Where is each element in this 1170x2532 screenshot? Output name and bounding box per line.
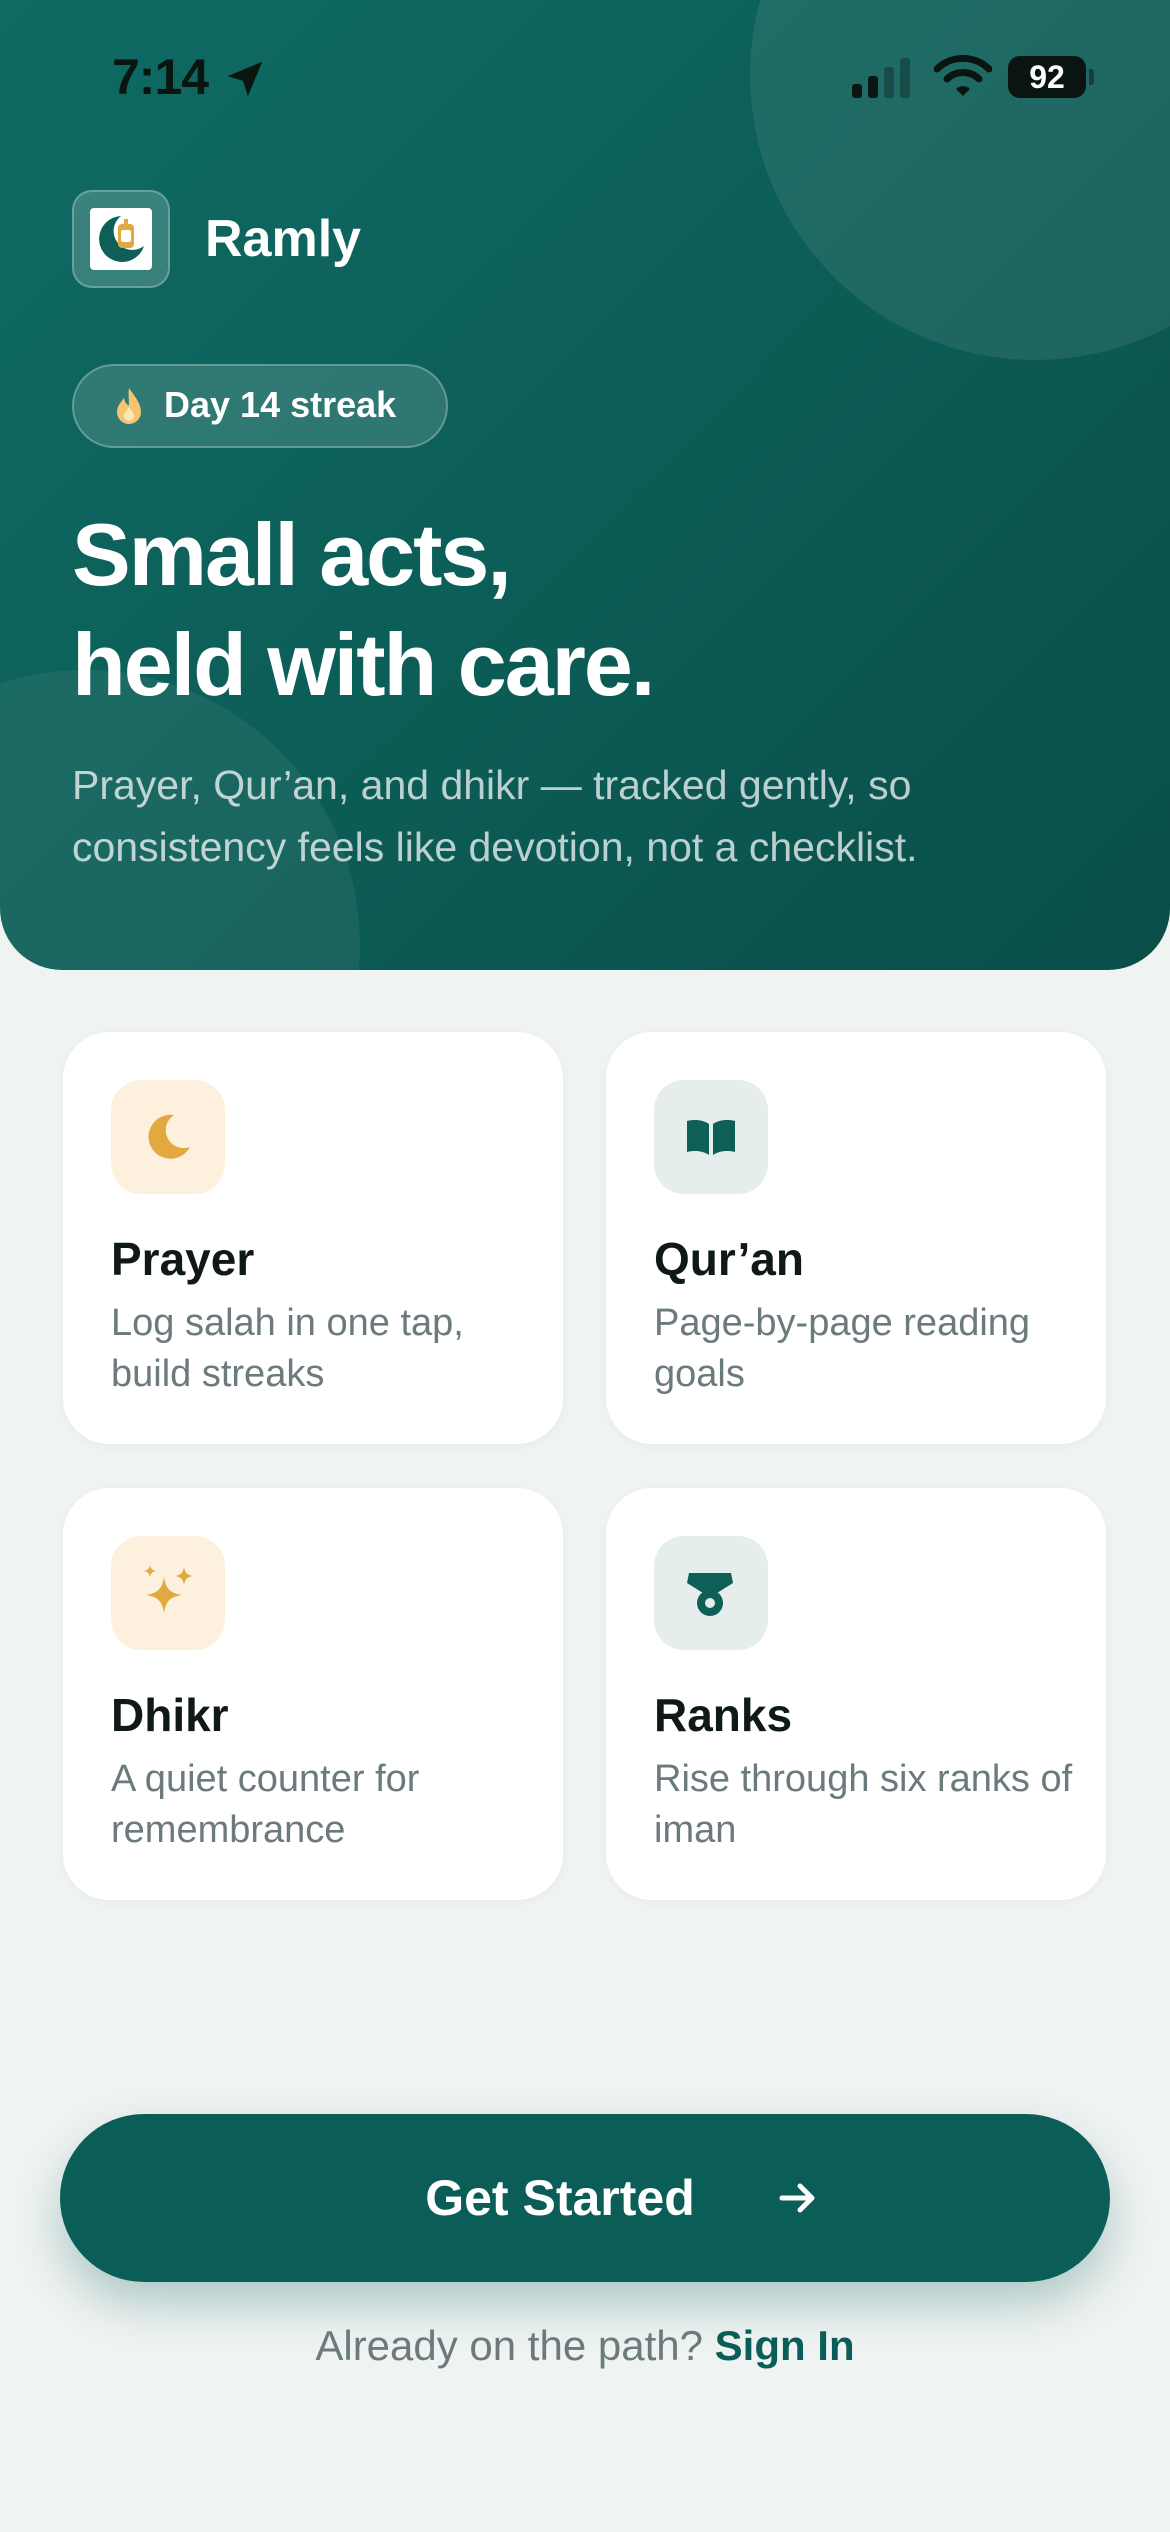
app-name: Ramly — [205, 210, 362, 268]
streak-label: Day 14 streak — [164, 384, 397, 425]
headline-line-1: Small acts, — [72, 505, 512, 604]
get-started-label: Get Started — [425, 2170, 695, 2226]
page-title: Small acts, held with care. — [72, 500, 1072, 720]
feature-title: Prayer — [111, 1233, 255, 1285]
get-started-button[interactable]: Get Started — [60, 2114, 1110, 2282]
feature-card-dhikr[interactable]: Dhikr A quiet counter for remembrance — [63, 1488, 563, 1900]
feature-title: Qur’an — [654, 1233, 804, 1285]
crescent-lantern-icon — [99, 216, 144, 262]
feature-title: Ranks — [654, 1689, 793, 1741]
feature-description: Page-by-page reading goals — [654, 1302, 1031, 1395]
feature-icon-tile — [654, 1080, 768, 1194]
battery-tip — [1089, 69, 1094, 85]
status-time: 7:14 — [112, 49, 209, 105]
sign-in-row: Already on the path? Sign In — [0, 2322, 1170, 2370]
arrow-right-icon — [779, 2183, 815, 2213]
feature-icon-tile — [654, 1536, 768, 1650]
feature-description: Log salah in one tap, build streaks — [111, 1302, 464, 1395]
wifi-icon — [934, 54, 992, 96]
feature-card-quran[interactable]: Qur’an Page-by-page reading goals — [606, 1032, 1106, 1444]
sign-in-link[interactable]: Sign In — [715, 2322, 855, 2369]
feature-icon-tile — [111, 1536, 225, 1650]
cellular-signal-icon — [852, 58, 910, 98]
flame-icon — [117, 388, 141, 424]
streak-badge: Day 14 streak — [72, 364, 448, 448]
book-icon — [687, 1120, 735, 1155]
sign-in-prompt: Already on the path? — [315, 2322, 703, 2369]
app-logo — [72, 190, 170, 288]
feature-description: Rise through six ranks of iman — [654, 1758, 1073, 1851]
location-arrow-icon — [227, 61, 263, 97]
battery-indicator: 92 — [1008, 56, 1086, 98]
hero-subtext: Prayer, Qur’an, and dhikr — tracked gent… — [72, 762, 918, 870]
sparkles-icon — [144, 1565, 193, 1613]
feature-title: Dhikr — [111, 1689, 229, 1741]
feature-card-prayer[interactable]: Prayer Log salah in one tap, build strea… — [63, 1032, 563, 1444]
feature-card-ranks[interactable]: Ranks Rise through six ranks of iman — [606, 1488, 1106, 1900]
medal-icon — [687, 1573, 733, 1616]
feature-description: A quiet counter for remembrance — [111, 1758, 420, 1851]
headline-line-2: held with care. — [72, 615, 655, 714]
moon-icon — [148, 1114, 190, 1159]
feature-icon-tile — [111, 1080, 225, 1194]
